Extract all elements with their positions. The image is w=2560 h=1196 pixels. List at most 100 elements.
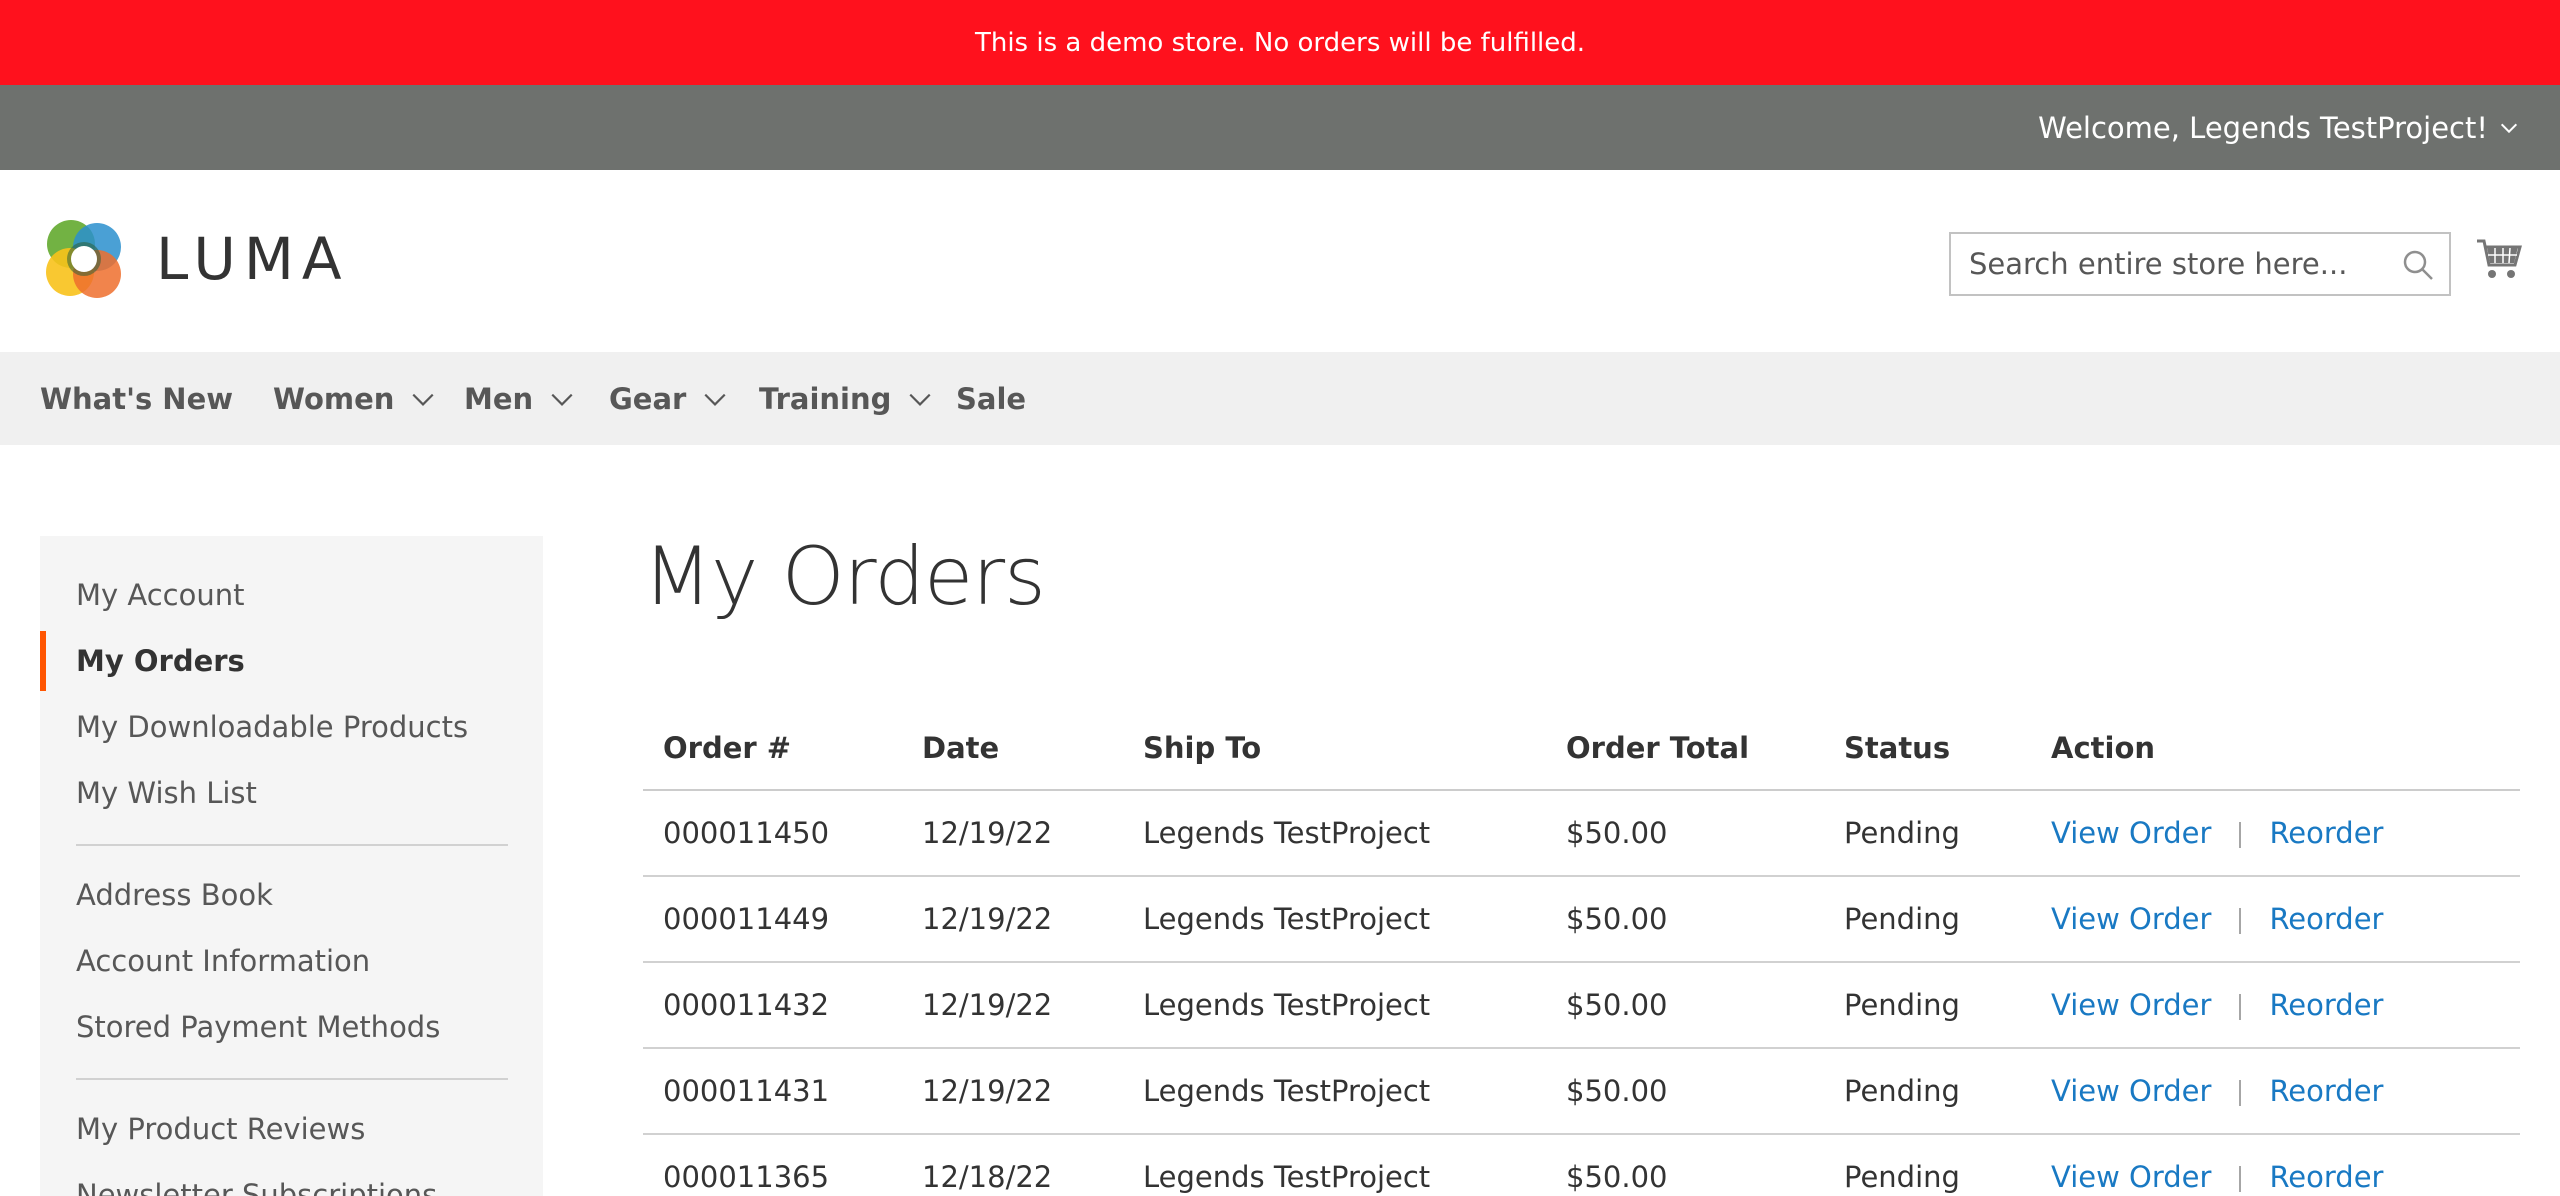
demo-store-banner: This is a demo store. No orders will be … — [0, 0, 2560, 85]
order-status: Pending — [1824, 1134, 2031, 1196]
chevron-down-icon — [412, 393, 434, 406]
action-separator — [2239, 908, 2242, 934]
demo-banner-text: This is a demo store. No orders will be … — [974, 27, 1586, 58]
page-title: My Orders — [643, 530, 1046, 623]
nav-item-gear[interactable]: Gear — [609, 352, 728, 445]
column-header-action: Action — [2031, 706, 2520, 791]
welcome-dropdown[interactable]: Welcome, Legends TestProject! — [2038, 85, 2520, 170]
nav-item-label: Women — [273, 381, 395, 416]
main-nav: What's New Women Men Gear Training Sale — [0, 352, 2560, 445]
order-date: 12/19/22 — [902, 962, 1123, 1049]
top-bar: Welcome, Legends TestProject! — [0, 85, 2560, 170]
action-separator — [2239, 1166, 2242, 1192]
reorder-link[interactable]: Reorder — [2269, 1160, 2383, 1194]
sidebar-divider — [76, 1078, 508, 1080]
nav-item-label: Gear — [609, 381, 687, 416]
order-total: $50.00 — [1546, 790, 1824, 877]
column-header-order-number: Order # — [643, 706, 902, 791]
sidebar-item-label: My Downloadable Products — [76, 710, 469, 744]
sidebar-item-stored-payment-methods[interactable]: Stored Payment Methods — [40, 997, 543, 1057]
sidebar-item-account-information[interactable]: Account Information — [40, 931, 543, 991]
chevron-down-icon — [551, 393, 573, 406]
action-separator — [2239, 994, 2242, 1020]
table-header-row: Order # Date Ship To Order Total Status … — [643, 706, 2520, 791]
view-order-link[interactable]: View Order — [2051, 902, 2211, 936]
nav-item-whats-new[interactable]: What's New — [40, 352, 233, 445]
column-header-status: Status — [1824, 706, 2031, 791]
sidebar-item-my-orders[interactable]: My Orders — [40, 631, 543, 691]
order-total: $50.00 — [1546, 962, 1824, 1049]
sidebar-item-label: My Orders — [76, 644, 245, 678]
order-date: 12/19/22 — [902, 876, 1123, 963]
order-number: 000011450 — [643, 790, 902, 877]
order-actions: View Order Reorder — [2031, 876, 2520, 963]
order-total: $50.00 — [1546, 876, 1824, 963]
sidebar-item-label: My Wish List — [76, 776, 257, 810]
sidebar-item-label: Address Book — [76, 878, 273, 912]
store-logo[interactable]: LUMA — [40, 214, 350, 304]
nav-item-label: Training — [759, 381, 892, 416]
account-sidebar: My Account My Orders My Downloadable Pro… — [40, 536, 543, 1196]
column-header-ship-to: Ship To — [1123, 706, 1546, 791]
order-actions: View Order Reorder — [2031, 1048, 2520, 1135]
view-order-link[interactable]: View Order — [2051, 1160, 2211, 1194]
sidebar-item-my-account[interactable]: My Account — [40, 565, 543, 625]
welcome-text: Welcome, Legends TestProject! — [2038, 110, 2488, 145]
view-order-link[interactable]: View Order — [2051, 816, 2211, 850]
order-ship-to: Legends TestProject — [1123, 962, 1546, 1049]
site-header: LUMA — [0, 170, 2560, 352]
sidebar-item-label: My Account — [76, 578, 245, 612]
luma-logo-icon — [46, 220, 121, 298]
order-total: $50.00 — [1546, 1048, 1824, 1135]
nav-item-training[interactable]: Training — [759, 352, 933, 445]
order-ship-to: Legends TestProject — [1123, 1134, 1546, 1196]
nav-item-label: Sale — [956, 381, 1027, 416]
table-row: 000011432 12/19/22 Legends TestProject $… — [643, 962, 2520, 1049]
order-date: 12/19/22 — [902, 790, 1123, 877]
order-ship-to: Legends TestProject — [1123, 876, 1546, 963]
cart-icon[interactable] — [2475, 235, 2523, 283]
sidebar-item-label: Stored Payment Methods — [76, 1010, 441, 1044]
order-actions: View Order Reorder — [2031, 790, 2520, 877]
search-icon[interactable] — [2401, 248, 2435, 282]
table-row: 000011431 12/19/22 Legends TestProject $… — [643, 1048, 2520, 1135]
reorder-link[interactable]: Reorder — [2269, 988, 2383, 1022]
table-row: 000011365 12/18/22 Legends TestProject $… — [643, 1134, 2520, 1196]
reorder-link[interactable]: Reorder — [2269, 1074, 2383, 1108]
order-number: 000011365 — [643, 1134, 902, 1196]
column-header-order-total: Order Total — [1546, 706, 1824, 791]
sidebar-item-product-reviews[interactable]: My Product Reviews — [40, 1099, 543, 1159]
reorder-link[interactable]: Reorder — [2269, 816, 2383, 850]
nav-item-label: What's New — [40, 381, 234, 416]
search-box — [1949, 232, 2451, 296]
sidebar-item-newsletter-subscriptions[interactable]: Newsletter Subscriptions — [40, 1165, 543, 1196]
action-separator — [2239, 822, 2242, 848]
sidebar-item-wish-list[interactable]: My Wish List — [40, 763, 543, 823]
sidebar-item-label: Newsletter Subscriptions — [76, 1178, 438, 1196]
chevron-down-icon — [2500, 123, 2518, 133]
order-number: 000011431 — [643, 1048, 902, 1135]
order-status: Pending — [1824, 1048, 2031, 1135]
sidebar-item-address-book[interactable]: Address Book — [40, 865, 543, 925]
nav-item-sale[interactable]: Sale — [956, 352, 1026, 445]
chevron-down-icon — [909, 393, 931, 406]
order-ship-to: Legends TestProject — [1123, 790, 1546, 877]
order-number: 000011449 — [643, 876, 902, 963]
view-order-link[interactable]: View Order — [2051, 1074, 2211, 1108]
order-status: Pending — [1824, 790, 2031, 877]
order-status: Pending — [1824, 962, 2031, 1049]
nav-item-women[interactable]: Women — [273, 352, 436, 445]
sidebar-divider — [76, 844, 508, 846]
sidebar-item-downloadable-products[interactable]: My Downloadable Products — [40, 697, 543, 757]
nav-item-men[interactable]: Men — [464, 352, 575, 445]
nav-item-label: Men — [464, 381, 534, 416]
orders-table: Order # Date Ship To Order Total Status … — [643, 706, 2520, 1196]
column-header-date: Date — [902, 706, 1123, 791]
logo-text: LUMA — [156, 225, 350, 293]
reorder-link[interactable]: Reorder — [2269, 902, 2383, 936]
sidebar-item-label: My Product Reviews — [76, 1112, 366, 1146]
search-input[interactable] — [1951, 234, 2391, 294]
order-date: 12/18/22 — [902, 1134, 1123, 1196]
order-ship-to: Legends TestProject — [1123, 1048, 1546, 1135]
view-order-link[interactable]: View Order — [2051, 988, 2211, 1022]
